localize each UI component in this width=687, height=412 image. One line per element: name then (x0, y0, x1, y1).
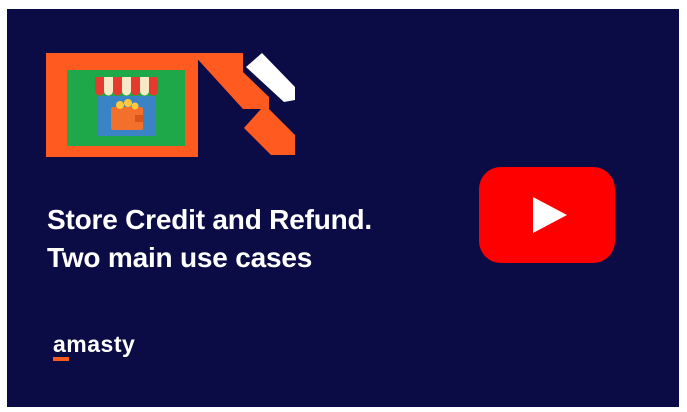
amasty-logo: amasty (53, 331, 136, 361)
brand-name: amasty (53, 331, 136, 357)
video-thumbnail[interactable]: Store Credit and Refund. Two main use ca… (7, 9, 679, 407)
youtube-play-icon[interactable] (479, 167, 615, 263)
video-title-line-2: Two main use cases (47, 242, 313, 273)
brand-underline (53, 357, 69, 361)
video-title-line-1: Store Credit and Refund. (47, 204, 372, 235)
video-title: Store Credit and Refund. Two main use ca… (47, 201, 477, 277)
